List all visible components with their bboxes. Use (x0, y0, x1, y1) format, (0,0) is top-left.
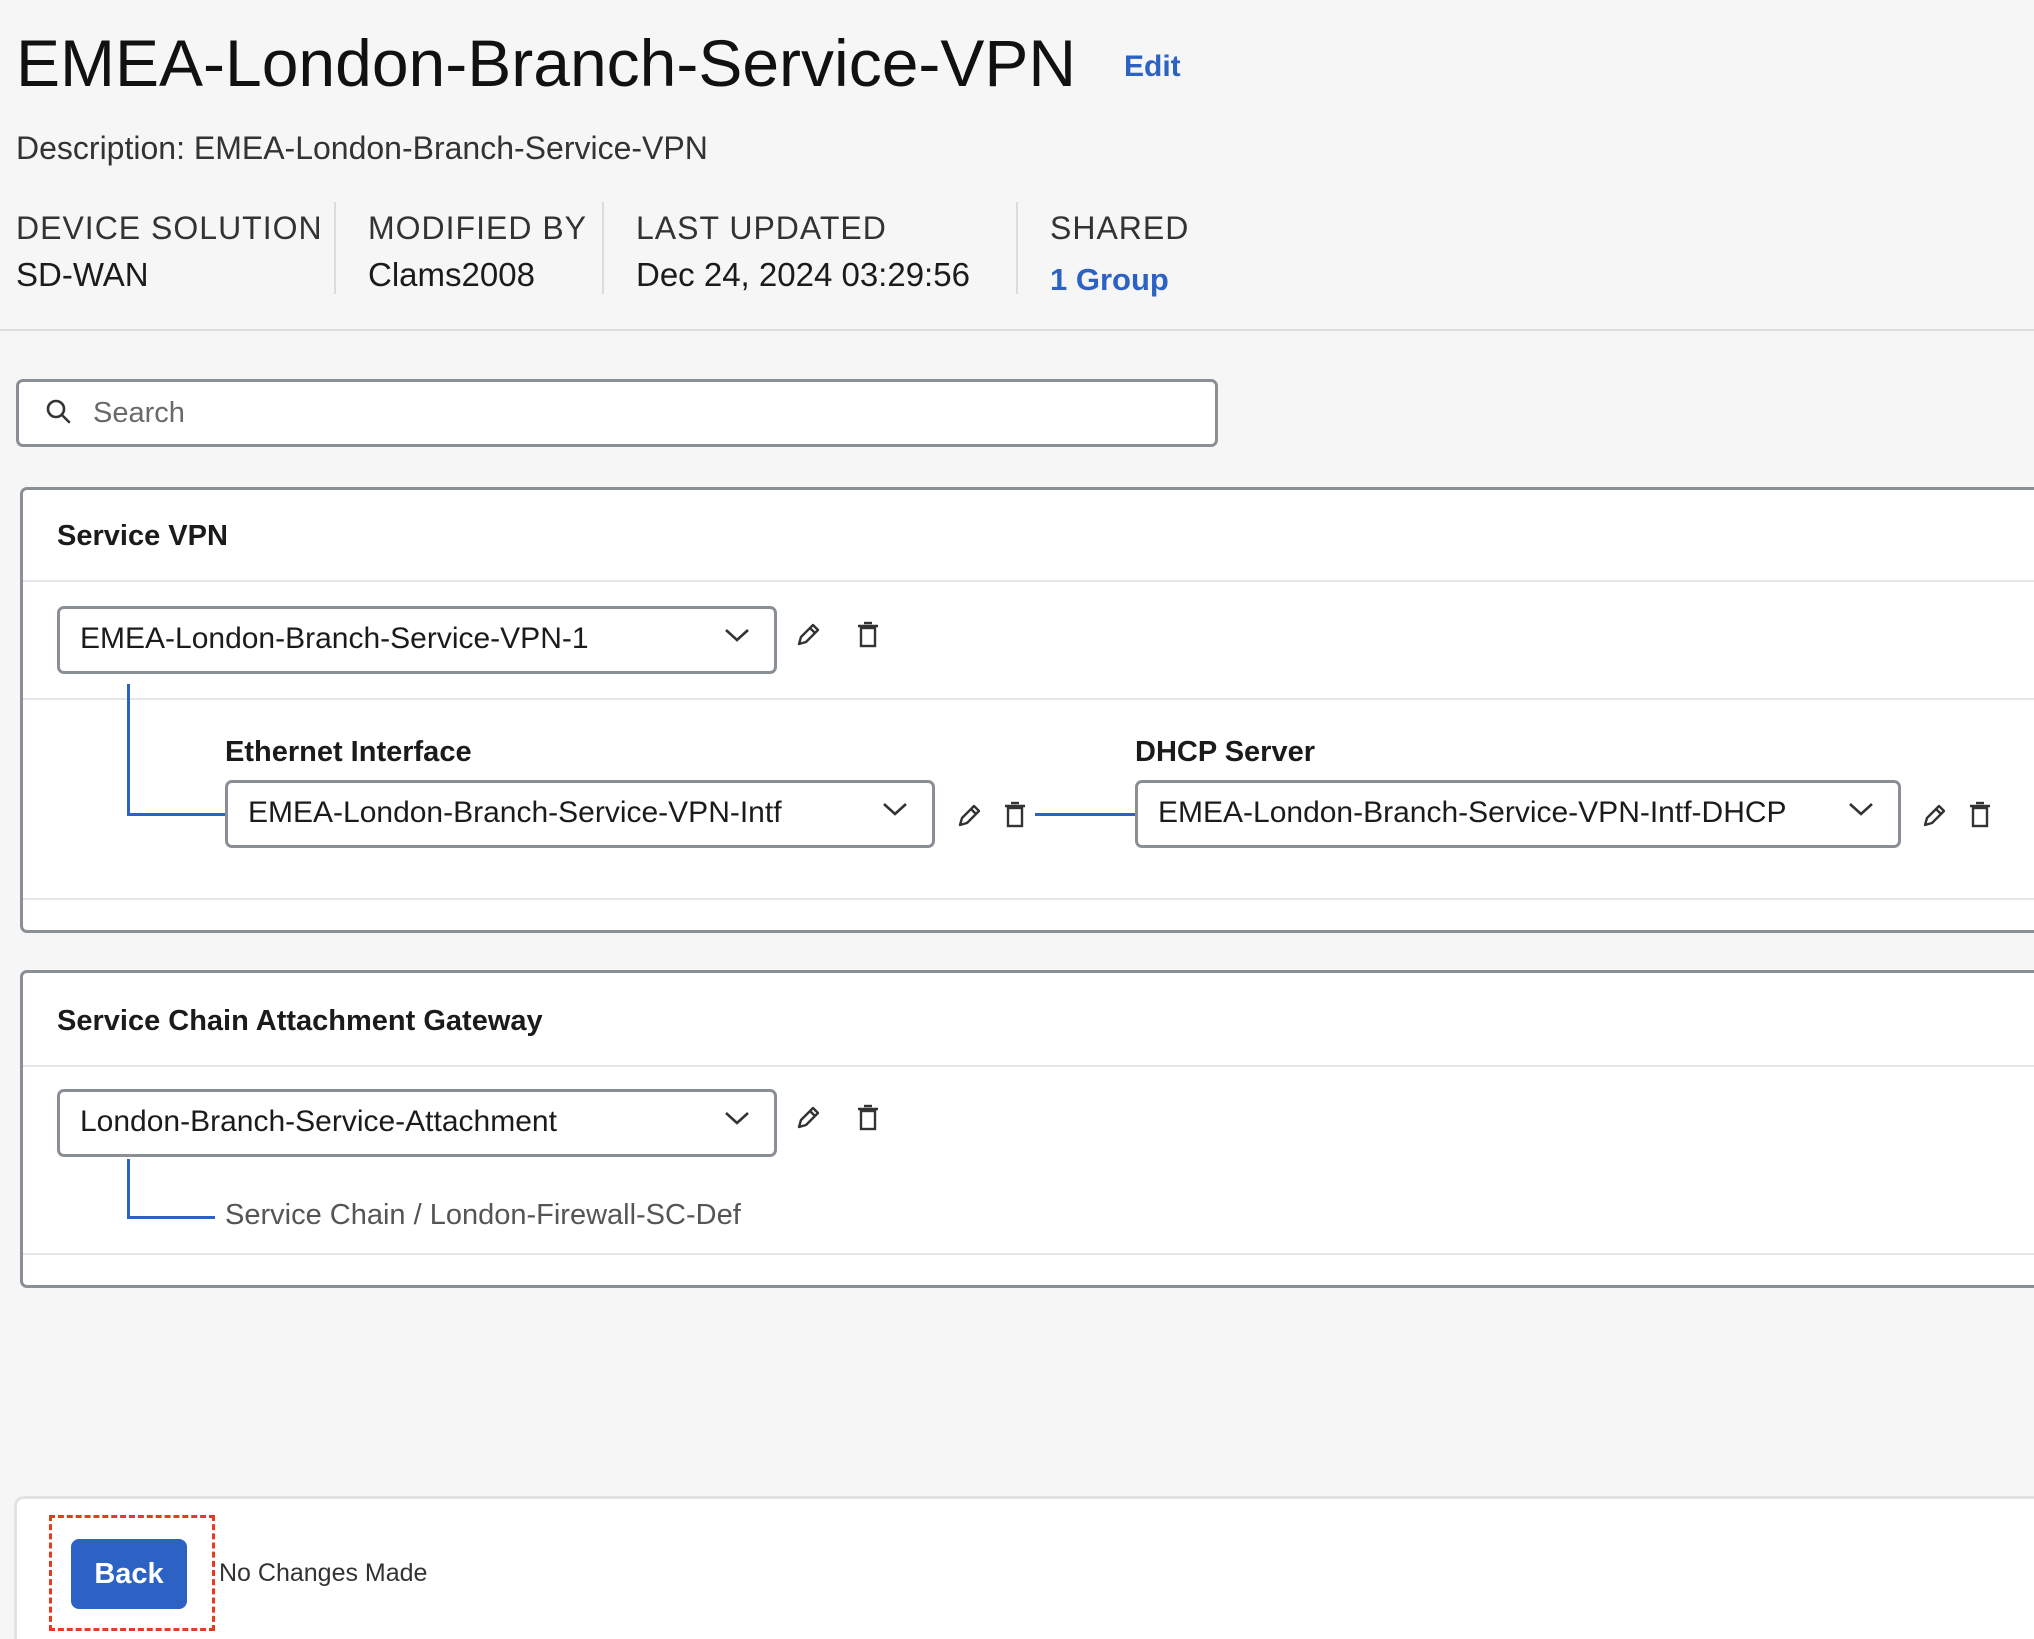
shared-label: SHARED (1050, 210, 1190, 246)
device-solution-label: DEVICE SOLUTION (16, 210, 323, 246)
service-vpn-panel: Service VPN EMEA-London-Branch-Service-V… (20, 487, 2034, 933)
service-vpn-select[interactable]: EMEA-London-Branch-Service-VPN-1 (57, 606, 777, 674)
ethernet-interface-label: Ethernet Interface (225, 736, 472, 768)
service-chain-panel: Service Chain Attachment Gateway London-… (20, 970, 2034, 1288)
pencil-icon[interactable] (794, 621, 822, 654)
meta-divider (334, 202, 336, 294)
search-icon (45, 398, 73, 431)
service-vpn-title: Service VPN (57, 520, 228, 552)
modified-by-label: MODIFIED BY (368, 210, 588, 246)
meta-divider (602, 202, 604, 294)
shared-groups-link[interactable]: 1 Group (1050, 262, 1169, 298)
service-chain-link-text: Service Chain / London-Firewall-SC-Def (225, 1199, 741, 1231)
ethernet-interface-select[interactable]: EMEA-London-Branch-Service-VPN-Intf (225, 780, 935, 848)
tree-connector (127, 1159, 130, 1219)
edit-link[interactable]: Edit (1124, 50, 1181, 84)
tree-connector (1035, 813, 1135, 816)
pencil-icon[interactable] (1920, 802, 1948, 835)
row-divider (23, 698, 2034, 700)
chevron-down-icon (724, 627, 750, 648)
search-box[interactable] (16, 379, 1218, 447)
modified-by-value: Clams2008 (368, 256, 535, 293)
tree-connector (127, 1216, 215, 1219)
trash-icon[interactable] (1001, 800, 1029, 835)
last-updated-label: LAST UPDATED (636, 210, 887, 246)
pencil-icon[interactable] (794, 1104, 822, 1137)
trash-icon[interactable] (854, 1103, 882, 1138)
trash-icon[interactable] (854, 620, 882, 655)
page-title: EMEA-London-Branch-Service-VPN (16, 26, 1077, 100)
meta-divider (1016, 202, 1018, 294)
tree-connector (127, 684, 130, 816)
service-chain-select-value: London-Branch-Service-Attachment (80, 1105, 557, 1138)
panel-divider (23, 580, 2034, 582)
chevron-down-icon (1848, 801, 1874, 822)
device-solution-value: SD-WAN (16, 256, 149, 293)
dhcp-server-select-value: EMEA-London-Branch-Service-VPN-Intf-DHCP (1158, 796, 1787, 829)
status-text: No Changes Made (219, 1559, 428, 1587)
chevron-down-icon (724, 1110, 750, 1131)
ethernet-interface-select-value: EMEA-London-Branch-Service-VPN-Intf (248, 796, 782, 829)
dhcp-server-select[interactable]: EMEA-London-Branch-Service-VPN-Intf-DHCP (1135, 780, 1901, 848)
chevron-down-icon (882, 801, 908, 822)
row-divider (23, 1253, 2034, 1255)
service-chain-select[interactable]: London-Branch-Service-Attachment (57, 1089, 777, 1157)
panel-divider (23, 1065, 2034, 1067)
page-description: Description: EMEA-London-Branch-Service-… (16, 130, 708, 166)
tree-connector (127, 813, 229, 816)
dhcp-server-label: DHCP Server (1135, 736, 1316, 768)
service-vpn-select-value: EMEA-London-Branch-Service-VPN-1 (80, 622, 589, 655)
footer-bar: Back No Changes Made (14, 1496, 2034, 1639)
pencil-icon[interactable] (955, 802, 983, 835)
back-button[interactable]: Back (71, 1539, 187, 1609)
header-divider (0, 329, 2034, 331)
last-updated-value: Dec 24, 2024 03:29:56 (636, 256, 970, 293)
trash-icon[interactable] (1966, 800, 1994, 835)
row-divider (23, 898, 2034, 900)
search-input[interactable] (91, 390, 1185, 436)
service-chain-title: Service Chain Attachment Gateway (57, 1005, 543, 1037)
